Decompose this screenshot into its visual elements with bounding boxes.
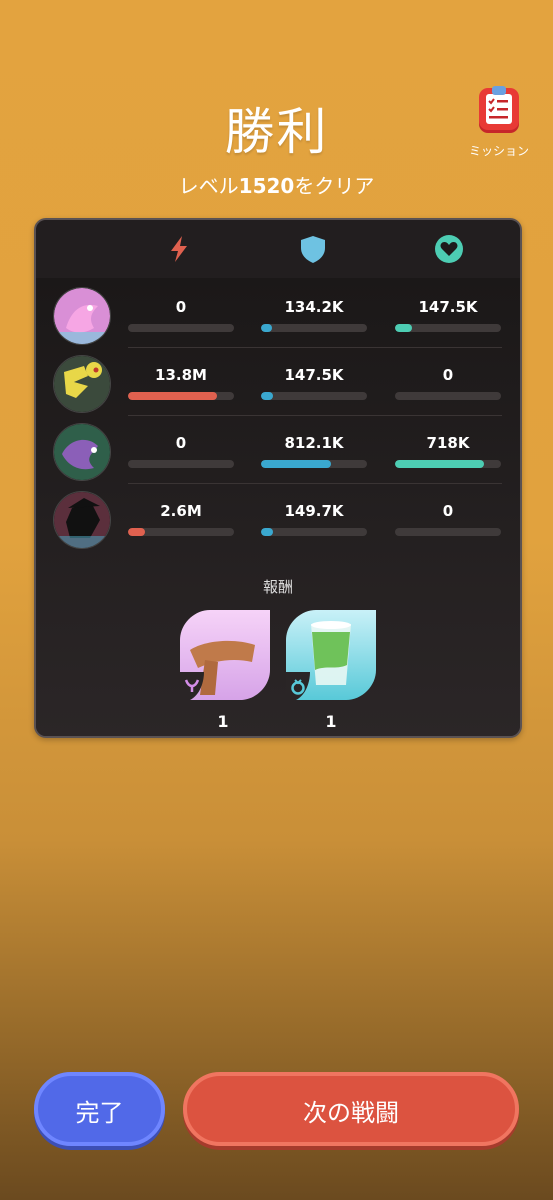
- heal-value: 147.5K: [418, 298, 478, 316]
- heal-stat: 147.5K: [395, 298, 501, 332]
- heal-bar-fill: [395, 460, 485, 468]
- shield-bar: [261, 528, 367, 536]
- damage-value: 13.8M: [155, 366, 207, 384]
- shield-stat: 149.7K: [261, 502, 367, 536]
- shield-bar-fill: [261, 528, 273, 536]
- heal-value: 718K: [426, 434, 470, 452]
- shield-stat: 134.2K: [261, 298, 367, 332]
- damage-bar-fill: [128, 528, 145, 536]
- clipboard-icon: [476, 82, 522, 136]
- heal-bar: [395, 460, 501, 468]
- damage-bar: [128, 460, 234, 468]
- shield-value: 147.5K: [284, 366, 344, 384]
- shield-bar-fill: [261, 392, 273, 400]
- mission-label: ミッション: [468, 144, 529, 158]
- damage-stat: 2.6M: [128, 502, 234, 536]
- heal-value: 0: [442, 502, 454, 520]
- scarf-reward[interactable]: [180, 610, 270, 700]
- heal-bar: [395, 392, 501, 400]
- hero-row: 13.8M 147.5K 0: [36, 348, 520, 416]
- shield-value: 134.2K: [284, 298, 344, 316]
- level-number: 1520: [238, 174, 295, 198]
- heal-bar: [395, 324, 501, 332]
- green-cup-reward-count: 1: [325, 712, 337, 731]
- shield-bar: [261, 392, 367, 400]
- stats-header: [36, 220, 520, 278]
- green-cup-reward[interactable]: [286, 610, 376, 700]
- damage-bar: [128, 392, 234, 400]
- damage-bar: [128, 528, 234, 536]
- battle-stats-panel: 0 134.2K 147.5K 13.8M 147.5K 0 0 812.1K 718K 2.6M…: [34, 218, 522, 738]
- shield-icon: [301, 236, 325, 263]
- shield-value: 812.1K: [284, 434, 344, 452]
- purple-dragon-avatar[interactable]: [53, 423, 111, 481]
- damage-value: 0: [175, 298, 187, 316]
- next-battle-button[interactable]: 次の戦闘: [183, 1072, 519, 1146]
- shield-bar-fill: [261, 460, 331, 468]
- level-cleared-text: レベル1520をクリア: [178, 174, 375, 198]
- shield-bar-fill: [261, 324, 272, 332]
- lightning-icon: [171, 236, 187, 262]
- heal-stat: 0: [395, 366, 501, 400]
- heal-bar-fill: [395, 324, 412, 332]
- hero-row: 0 812.1K 718K: [36, 416, 520, 484]
- heal-bar: [395, 528, 501, 536]
- yellow-hydra-avatar[interactable]: [53, 355, 111, 413]
- damage-stat: 0: [128, 434, 234, 468]
- hero-row: 0 134.2K 147.5K: [36, 280, 520, 348]
- mission-button[interactable]: ミッション: [466, 82, 532, 159]
- damage-stat: 0: [128, 298, 234, 332]
- damage-stat: 13.8M: [128, 366, 234, 400]
- pink-dragon-avatar[interactable]: [53, 287, 111, 345]
- damage-value: 2.6M: [160, 502, 202, 520]
- damage-bar-fill: [128, 392, 218, 400]
- shield-stat: 147.5K: [261, 366, 367, 400]
- heal-stat: 718K: [395, 434, 501, 468]
- heart-icon: [435, 235, 463, 263]
- done-button[interactable]: 完了: [34, 1072, 165, 1146]
- shield-stat: 812.1K: [261, 434, 367, 468]
- rewards-label: 報酬: [262, 578, 293, 596]
- heal-value: 0: [442, 366, 454, 384]
- damage-bar: [128, 324, 234, 332]
- shadow-mage-avatar[interactable]: [53, 491, 111, 549]
- shield-bar: [261, 324, 367, 332]
- shield-value: 149.7K: [284, 502, 344, 520]
- damage-value: 0: [175, 434, 187, 452]
- hero-row: 2.6M 149.7K 0: [36, 484, 520, 552]
- shield-bar: [261, 460, 367, 468]
- scarf-reward-count: 1: [217, 712, 229, 731]
- heal-stat: 0: [395, 502, 501, 536]
